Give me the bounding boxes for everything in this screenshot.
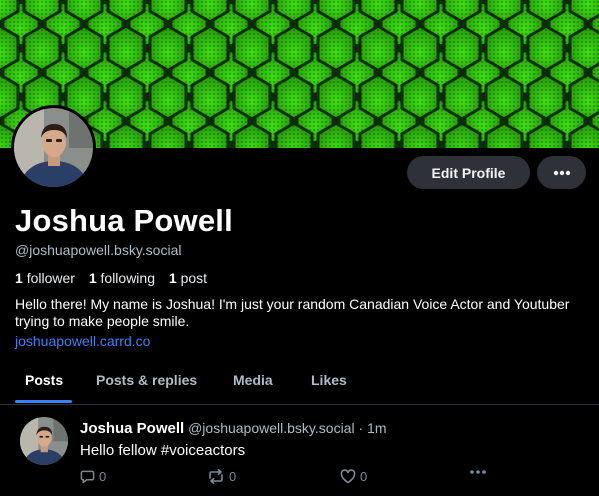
tab-media[interactable]: Media: [233, 372, 273, 388]
more-horizontal-icon: [553, 170, 570, 175]
heart-icon: [340, 469, 356, 484]
reply-count: 0: [99, 469, 107, 484]
reply-button[interactable]: 0: [80, 469, 106, 484]
more-horizontal-icon: [470, 470, 486, 474]
repost-icon: [209, 469, 223, 484]
active-tab-indicator: [15, 400, 72, 403]
repost-button[interactable]: 0: [207, 469, 236, 484]
profile-bio: Hello there! My name is Joshua! I'm just…: [15, 296, 570, 329]
post-separator: ·: [358, 420, 364, 436]
post-header: Joshua Powell @joshuapowell.bsky.social …: [80, 420, 386, 437]
profile-display-name: Joshua Powell: [15, 203, 233, 238]
posts-label: post: [180, 270, 208, 286]
followers-count: 1: [15, 270, 23, 286]
tab-posts[interactable]: Posts: [25, 372, 63, 388]
profile-avatar[interactable]: [11, 105, 96, 190]
like-button[interactable]: 0: [340, 469, 367, 484]
posts-stat: 1 post: [169, 270, 207, 286]
avatar-photo: [20, 417, 68, 465]
edit-profile-button[interactable]: Edit Profile: [407, 156, 530, 189]
followers-label: follower: [26, 270, 75, 286]
profile-stats: 1 follower 1 following 1 post: [15, 270, 207, 286]
repost-count: 0: [229, 469, 237, 484]
followers-link[interactable]: 1 follower: [15, 270, 75, 286]
profile-website-link[interactable]: joshuapowell.carrd.co: [15, 333, 150, 349]
reply-icon: [80, 470, 95, 484]
post-author-name[interactable]: Joshua Powell: [80, 420, 184, 437]
tab-likes[interactable]: Likes: [311, 372, 347, 388]
posts-count: 1: [168, 270, 177, 286]
following-link[interactable]: 1 following: [89, 270, 155, 286]
more-options-button[interactable]: [537, 156, 586, 189]
post-more-button[interactable]: [469, 469, 491, 475]
following-label: following: [100, 270, 155, 286]
profile-handle: @joshuapowell.bsky.social: [15, 242, 182, 258]
post-timestamp[interactable]: 1m: [367, 420, 386, 436]
post-author-handle[interactable]: @joshuapowell.bsky.social: [188, 420, 354, 436]
like-count: 0: [360, 469, 368, 484]
following-count: 1: [88, 270, 97, 286]
profile-tabs: Posts Posts & replies Media Likes: [0, 362, 599, 405]
post-author-avatar[interactable]: [20, 417, 68, 465]
post-text: Hello fellow #voiceactors: [80, 442, 246, 459]
avatar-photo: [14, 108, 93, 187]
feed-post[interactable]: Joshua Powell @joshuapowell.bsky.social …: [0, 405, 599, 496]
tab-posts-and-replies[interactable]: Posts & replies: [96, 372, 197, 388]
